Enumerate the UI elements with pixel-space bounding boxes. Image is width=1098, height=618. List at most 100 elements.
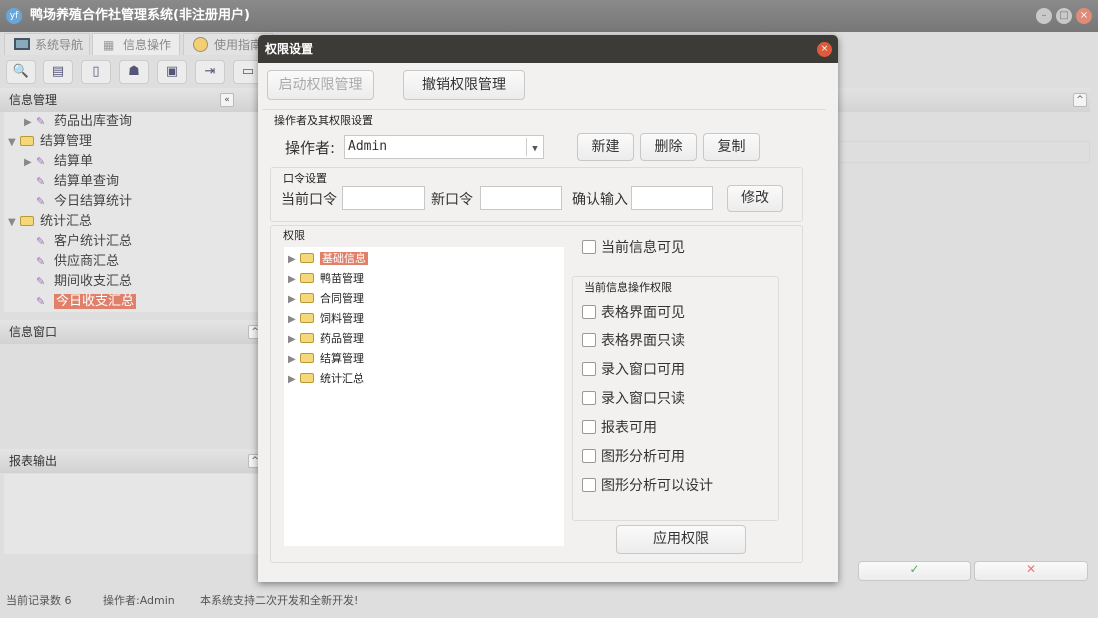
apply-permission-button[interactable]: 应用权限 bbox=[616, 525, 746, 554]
permission-tree-item[interactable]: ▶ 结算管理 bbox=[288, 349, 564, 369]
search-tool-button[interactable]: 🔍 bbox=[6, 60, 36, 84]
current-password-label: 当前口令 bbox=[281, 192, 337, 208]
nav-tree: ▶ ✎ 药品出库查询 ▼ 结算管理 ▶ ✎ 结算单 ✎ 结算单查询 ✎ 今日结算统计 ▼ 统计汇总 ✎ 客户统… bbox=[4, 112, 262, 312]
dialog-close-button[interactable]: × bbox=[817, 42, 832, 57]
current-password-input[interactable] bbox=[342, 186, 425, 210]
permission-checkbox[interactable]: 图形分析可以设计 bbox=[582, 476, 713, 496]
permission-tree-item[interactable]: ▶ 统计汇总 bbox=[288, 369, 564, 389]
nav-tree-item[interactable]: ✎ 供应商汇总 bbox=[4, 252, 262, 272]
cancel-button[interactable]: ✕ bbox=[974, 561, 1088, 581]
permission-tree-label: 饲料管理 bbox=[320, 312, 364, 325]
collapsed-arrow-icon[interactable]: ▶ bbox=[288, 250, 300, 270]
folder-icon bbox=[300, 353, 314, 363]
collapsed-arrow-icon[interactable]: ▶ bbox=[288, 290, 300, 310]
folder-icon bbox=[300, 273, 314, 283]
wand-icon: ✎ bbox=[36, 175, 46, 188]
nav-tree-item[interactable]: ✎ 今日结算统计 bbox=[4, 192, 262, 212]
folder-icon bbox=[300, 373, 314, 383]
password-group-label: 口令设置 bbox=[283, 172, 327, 185]
confirm-button[interactable]: ✓ bbox=[858, 561, 971, 581]
document-tool-button[interactable]: ▯ bbox=[81, 60, 111, 84]
folder-icon bbox=[300, 293, 314, 303]
nav-tree-label: 期间收支汇总 bbox=[54, 274, 133, 289]
collapsed-arrow-icon[interactable]: ▶ bbox=[288, 270, 300, 290]
current-info-visible-checkbox[interactable]: 当前信息可见 bbox=[582, 238, 685, 258]
new-operator-button[interactable]: 新建 bbox=[577, 133, 634, 161]
nav-tree-label: 今日收支汇总 bbox=[54, 294, 137, 309]
nav-tree-item[interactable]: ✎ 客户统计汇总 bbox=[4, 232, 262, 252]
operator-label: 操作者: bbox=[285, 139, 336, 157]
expanded-arrow-icon[interactable]: ▼ bbox=[8, 213, 20, 233]
operator-group-label: 操作者及其权限设置 bbox=[274, 114, 373, 127]
collapse-left-button[interactable]: « bbox=[220, 93, 234, 107]
tab-system-nav[interactable]: 系统导航 bbox=[4, 33, 90, 55]
nav-tree-item[interactable]: ▼ 结算管理 bbox=[4, 132, 262, 152]
permission-checkbox[interactable]: 报表可用 bbox=[582, 418, 713, 438]
permission-tree-label: 统计汇总 bbox=[320, 372, 364, 385]
report-area bbox=[4, 474, 262, 554]
nav-tree-item[interactable]: ▶ ✎ 结算单 bbox=[4, 152, 262, 172]
permission-checkbox[interactable]: 录入窗口只读 bbox=[582, 389, 713, 409]
wand-icon: ✎ bbox=[36, 275, 46, 288]
collapse-main-button[interactable]: ^ bbox=[1073, 93, 1087, 107]
collapsed-arrow-icon[interactable]: ▶ bbox=[24, 153, 36, 173]
permission-checkbox-label: 报表可用 bbox=[601, 420, 657, 436]
list-tool-button[interactable]: ▤ bbox=[43, 60, 73, 84]
permission-checkbox-label: 表格界面可见 bbox=[601, 305, 685, 321]
permission-tree-item[interactable]: ▶ 药品管理 bbox=[288, 329, 564, 349]
permission-checkbox[interactable]: 表格界面可见 bbox=[582, 303, 713, 323]
permission-tree-label: 合同管理 bbox=[320, 292, 364, 305]
copy-operator-button[interactable]: 复制 bbox=[703, 133, 760, 161]
nav-tree-label: 结算单 bbox=[54, 154, 94, 169]
nav-tree-item[interactable]: ✎ 今日收支汇总 bbox=[4, 292, 262, 312]
confirm-password-input[interactable] bbox=[631, 186, 713, 210]
revoke-permission-button[interactable]: 撤销权限管理 bbox=[403, 70, 525, 100]
permission-checkbox[interactable]: 录入窗口可用 bbox=[582, 360, 713, 380]
report-output-header: 报表输出 bbox=[0, 449, 262, 473]
wand-icon: ✎ bbox=[36, 155, 46, 168]
collapsed-arrow-icon[interactable]: ▶ bbox=[288, 370, 300, 390]
expanded-arrow-icon[interactable]: ▼ bbox=[8, 133, 20, 153]
status-bar: 当前记录数 6 操作者:Admin 本系统支持二次开发和全新开发! bbox=[0, 588, 1098, 614]
collapsed-arrow-icon[interactable]: ▶ bbox=[288, 330, 300, 350]
permission-tree-label: 结算管理 bbox=[320, 352, 364, 365]
permission-tree-item[interactable]: ▶ 基础信息 bbox=[288, 249, 564, 269]
nav-tree-label: 供应商汇总 bbox=[54, 254, 120, 269]
tab-info-ops[interactable]: ▦ 信息操作 bbox=[92, 33, 180, 55]
permission-tree-label: 基础信息 bbox=[320, 252, 368, 265]
nav-tree-item[interactable]: ▶ ✎ 药品出库查询 bbox=[4, 112, 262, 132]
export-tool-button[interactable]: ⇥ bbox=[195, 60, 225, 84]
nav-tree-item[interactable]: ▼ 统计汇总 bbox=[4, 212, 262, 232]
permission-checkbox[interactable]: 图形分析可用 bbox=[582, 447, 713, 467]
permission-tree-item[interactable]: ▶ 鸭苗管理 bbox=[288, 269, 564, 289]
nav-tree-label: 统计汇总 bbox=[40, 214, 93, 229]
maximize-button[interactable]: □ bbox=[1056, 8, 1072, 24]
close-window-button[interactable]: × bbox=[1076, 8, 1092, 24]
permission-checkbox[interactable]: 表格界面只读 bbox=[582, 331, 713, 351]
collapsed-arrow-icon[interactable]: ▶ bbox=[24, 113, 36, 133]
window-titlebar: 鸭场养殖合作社管理系统(非注册用户) bbox=[0, 0, 1098, 32]
permission-tree-item[interactable]: ▶ 合同管理 bbox=[288, 289, 564, 309]
user-tool-button[interactable]: ☗ bbox=[119, 60, 149, 84]
enable-permission-button[interactable]: 启动权限管理 bbox=[267, 70, 374, 100]
modify-password-button[interactable]: 修改 bbox=[727, 185, 783, 212]
permission-tree-item[interactable]: ▶ 饲料管理 bbox=[288, 309, 564, 329]
nav-tree-label: 客户统计汇总 bbox=[54, 234, 133, 249]
collapsed-arrow-icon[interactable]: ▶ bbox=[288, 350, 300, 370]
collapsed-arrow-icon[interactable]: ▶ bbox=[288, 310, 300, 330]
new-password-input[interactable] bbox=[480, 186, 562, 210]
nav-tree-item[interactable]: ✎ 结算单查询 bbox=[4, 172, 262, 192]
wand-icon: ✎ bbox=[36, 115, 46, 128]
screen-tool-button[interactable]: ▣ bbox=[157, 60, 187, 84]
folder-icon bbox=[20, 216, 34, 226]
wand-icon: ✎ bbox=[36, 235, 46, 248]
minimize-button[interactable]: – bbox=[1036, 8, 1052, 24]
nav-tree-item[interactable]: ✎ 期间收支汇总 bbox=[4, 272, 262, 292]
wand-icon: ✎ bbox=[36, 255, 46, 268]
permission-checkbox-label: 表格界面只读 bbox=[601, 333, 685, 349]
permission-tree-label: 鸭苗管理 bbox=[320, 272, 364, 285]
delete-operator-button[interactable]: 删除 bbox=[640, 133, 697, 161]
permission-dialog: 权限设置 × 启动权限管理 撤销权限管理 操作者及其权限设置 操作者: Admi… bbox=[258, 35, 838, 582]
operator-select[interactable]: Admin ▼ bbox=[344, 135, 544, 159]
permission-checkbox-label: 图形分析可以设计 bbox=[601, 478, 713, 494]
